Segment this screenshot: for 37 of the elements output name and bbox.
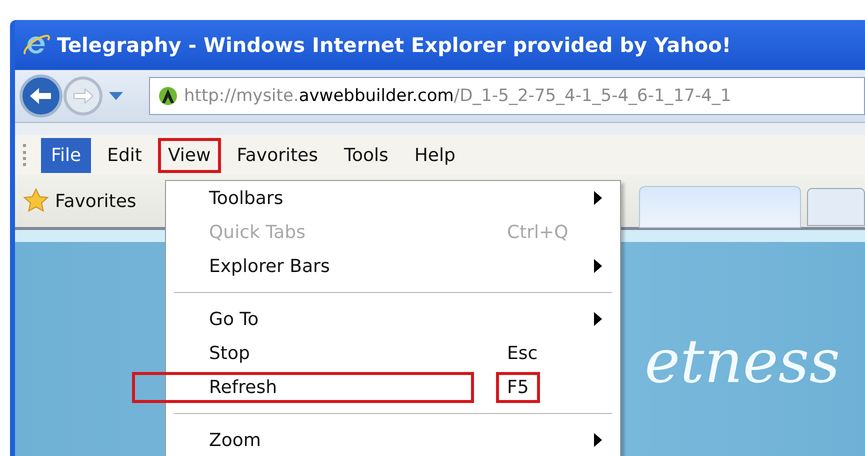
menu-option-label: Quick Tabs [208,220,306,244]
menu-item[interactable]: Edit [97,138,152,172]
menu-option-label: Go To [208,308,260,332]
menu-item[interactable]: Tools [334,138,398,172]
menu-option-label: Toolbars [208,186,284,210]
submenu-arrow-icon [594,191,602,205]
menu-option[interactable]: Explorer Bars [166,249,620,283]
browser-tab[interactable] [639,186,801,228]
menu-option-label: Refresh [132,372,474,402]
dropdown-icon[interactable] [109,92,123,100]
banner-text: etness [644,327,840,397]
window-title: Telegraphy - Windows Internet Explorer provided by Yahoo! [57,33,732,57]
shortcut-text: Ctrl+Q [506,220,570,244]
back-button[interactable] [19,74,63,118]
menu-option[interactable]: Refresh F5 [132,370,620,404]
submenu-arrow-icon [594,433,602,447]
favorites-button[interactable]: Favorites [23,188,136,214]
menu-option[interactable]: Toolbars [166,181,620,215]
menu-option[interactable]: Stop Esc [166,336,620,370]
menu-option-label: Zoom [208,428,262,452]
menu-option[interactable]: Zoom [166,423,620,456]
shortcut-text: F5 [496,372,540,402]
submenu-arrow-icon [594,259,602,273]
submenu-arrow-icon [594,312,602,326]
menu-option-label: Explorer Bars [208,254,331,278]
address-field[interactable]: http://mysite.avwebbuilder.com/D_1-5_2-75_4-1_5-4_6-1_17-4_1 [149,77,865,115]
site-icon [158,86,178,106]
menu-item[interactable]: View [158,138,221,172]
menu-option-label: Stop [208,342,251,366]
menu-item[interactable]: Help [404,138,466,172]
new-tab-button[interactable] [807,188,865,226]
shortcut-text: Esc [506,342,539,366]
toolbar-grip[interactable] [23,144,29,166]
star-icon [23,188,49,214]
menu-item[interactable]: Favorites [226,138,328,172]
menu-option[interactable]: Go To [166,302,620,336]
menu-item[interactable]: File [41,138,92,172]
